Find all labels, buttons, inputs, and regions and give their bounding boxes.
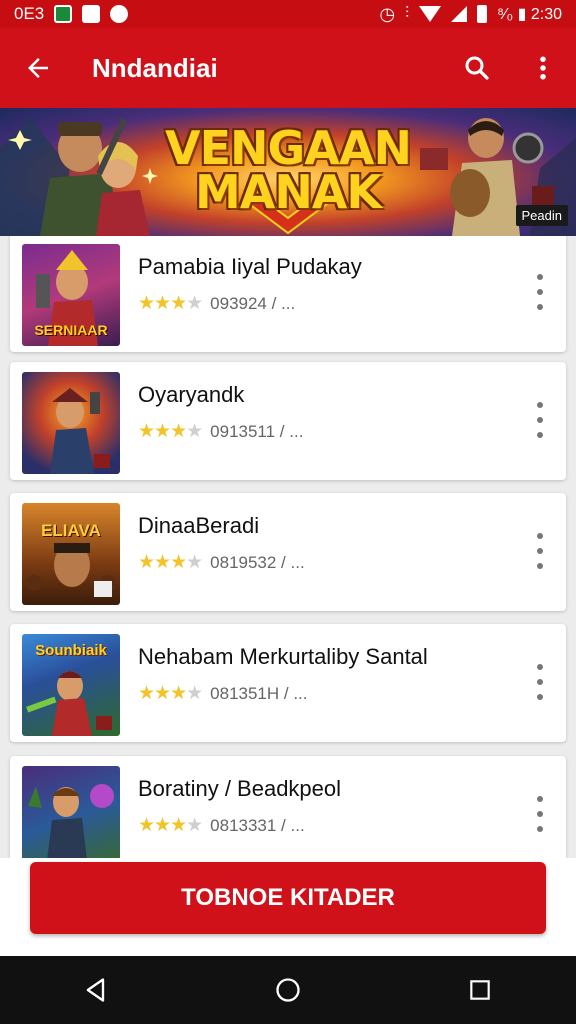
game-name: Pamabia Iiyal Pudakay bbox=[138, 254, 362, 279]
search-icon bbox=[465, 56, 489, 80]
list-item[interactable]: SERNIAAR Pamabia Iiyal Pudakay ★★★★ 0939… bbox=[10, 236, 566, 352]
game-meta: 093924 / ... bbox=[210, 293, 296, 313]
back-arrow-icon bbox=[28, 58, 48, 78]
banner-title-line1: VENGAAN bbox=[165, 121, 412, 175]
game-thumbnail bbox=[22, 372, 120, 474]
nav-recents-button[interactable] bbox=[450, 960, 510, 1020]
game-name: DinaaBeradi bbox=[138, 513, 260, 538]
star-rating: ★★★★ bbox=[138, 293, 203, 314]
list-item[interactable]: Oyaryandk ★★★★ 0913511 / ... bbox=[10, 362, 566, 480]
game-name: Nehabam Merkurtaliby Santal bbox=[138, 644, 428, 669]
game-thumbnail: SERNIAAR bbox=[22, 244, 120, 346]
item-more-button[interactable] bbox=[528, 529, 552, 573]
list-item[interactable]: Sounbiaik Nehabam Merkurtaliby Santal ★★… bbox=[10, 624, 566, 742]
battery-icon bbox=[477, 5, 488, 23]
game-name: Boratiny / Beadkpeol bbox=[138, 776, 342, 801]
game-meta: 0913511 / ... bbox=[210, 421, 304, 441]
banner-badge: Peadin bbox=[515, 205, 568, 226]
signal-icon bbox=[451, 6, 468, 22]
game-thumbnail: ELIAVA bbox=[22, 503, 120, 605]
game-list: SERNIAAR Pamabia Iiyal Pudakay ★★★★ 0939… bbox=[0, 236, 576, 858]
star-rating: ★★★★ bbox=[138, 421, 203, 442]
nav-home-icon bbox=[276, 978, 300, 1002]
nav-recents-icon bbox=[470, 980, 490, 1000]
item-more-button[interactable] bbox=[528, 270, 552, 314]
game-thumbnail-label: ELIAVA bbox=[41, 521, 101, 540]
game-meta: 0819532 / ... bbox=[210, 552, 305, 572]
nav-home-button[interactable] bbox=[258, 960, 318, 1020]
bottom-action-area: TOBNOE KITADER bbox=[0, 858, 576, 956]
app-bar: Nndandiai bbox=[0, 28, 576, 108]
app-title: Nndandiai bbox=[92, 52, 218, 83]
featured-banner[interactable]: VENGAAN MANAK Peadin bbox=[0, 108, 576, 236]
status-bar: 0E3 ◷ ⫶ ⁸⁄₀ ▮ 2:30 bbox=[0, 0, 576, 28]
item-more-button[interactable] bbox=[528, 398, 552, 442]
search-button[interactable] bbox=[444, 28, 510, 108]
nav-back-icon bbox=[86, 978, 105, 1002]
alarm-icon: ◷ bbox=[379, 3, 396, 24]
item-more-button[interactable] bbox=[528, 792, 552, 836]
list-item[interactable]: Boratiny / Beadkpeol ★★★★ 0813331 / ... bbox=[10, 756, 566, 858]
game-thumbnail-label: SERNIAAR bbox=[34, 322, 108, 338]
vibrate-icon: ⫶ bbox=[405, 5, 410, 22]
game-meta: 0813331 / ... bbox=[210, 815, 305, 835]
overflow-menu-button[interactable] bbox=[510, 28, 576, 108]
status-right-text: ⁸⁄₀ ▮ 2:30 bbox=[497, 6, 562, 23]
nav-back-button[interactable] bbox=[66, 960, 126, 1020]
game-thumbnail: Sounbiaik bbox=[22, 634, 120, 736]
game-thumbnail-label: Sounbiaik bbox=[35, 642, 107, 659]
game-meta: 081351H / ... bbox=[210, 683, 308, 703]
mail-icon bbox=[82, 5, 101, 23]
system-nav-bar bbox=[0, 956, 576, 1024]
more-vert-icon bbox=[540, 56, 546, 80]
location-icon bbox=[110, 5, 129, 23]
banner-title: VENGAAN MANAK bbox=[150, 121, 426, 219]
primary-action-button[interactable]: TOBNOE KITADER bbox=[30, 862, 546, 934]
star-rating: ★★★★ bbox=[138, 815, 203, 836]
status-left-text: 0E3 bbox=[14, 4, 45, 23]
item-more-button[interactable] bbox=[528, 660, 552, 704]
game-name: Oyaryandk bbox=[138, 382, 245, 407]
image-icon bbox=[54, 5, 73, 23]
game-thumbnail bbox=[22, 766, 120, 858]
star-rating: ★★★★ bbox=[138, 683, 203, 704]
banner-title-line2: MANAK bbox=[194, 165, 382, 219]
star-rating: ★★★★ bbox=[138, 552, 203, 573]
list-item[interactable]: ELIAVA DinaaBeradi ★★★★ 0819532 / ... bbox=[10, 493, 566, 611]
back-button[interactable] bbox=[0, 28, 76, 108]
wifi-icon bbox=[419, 6, 442, 22]
